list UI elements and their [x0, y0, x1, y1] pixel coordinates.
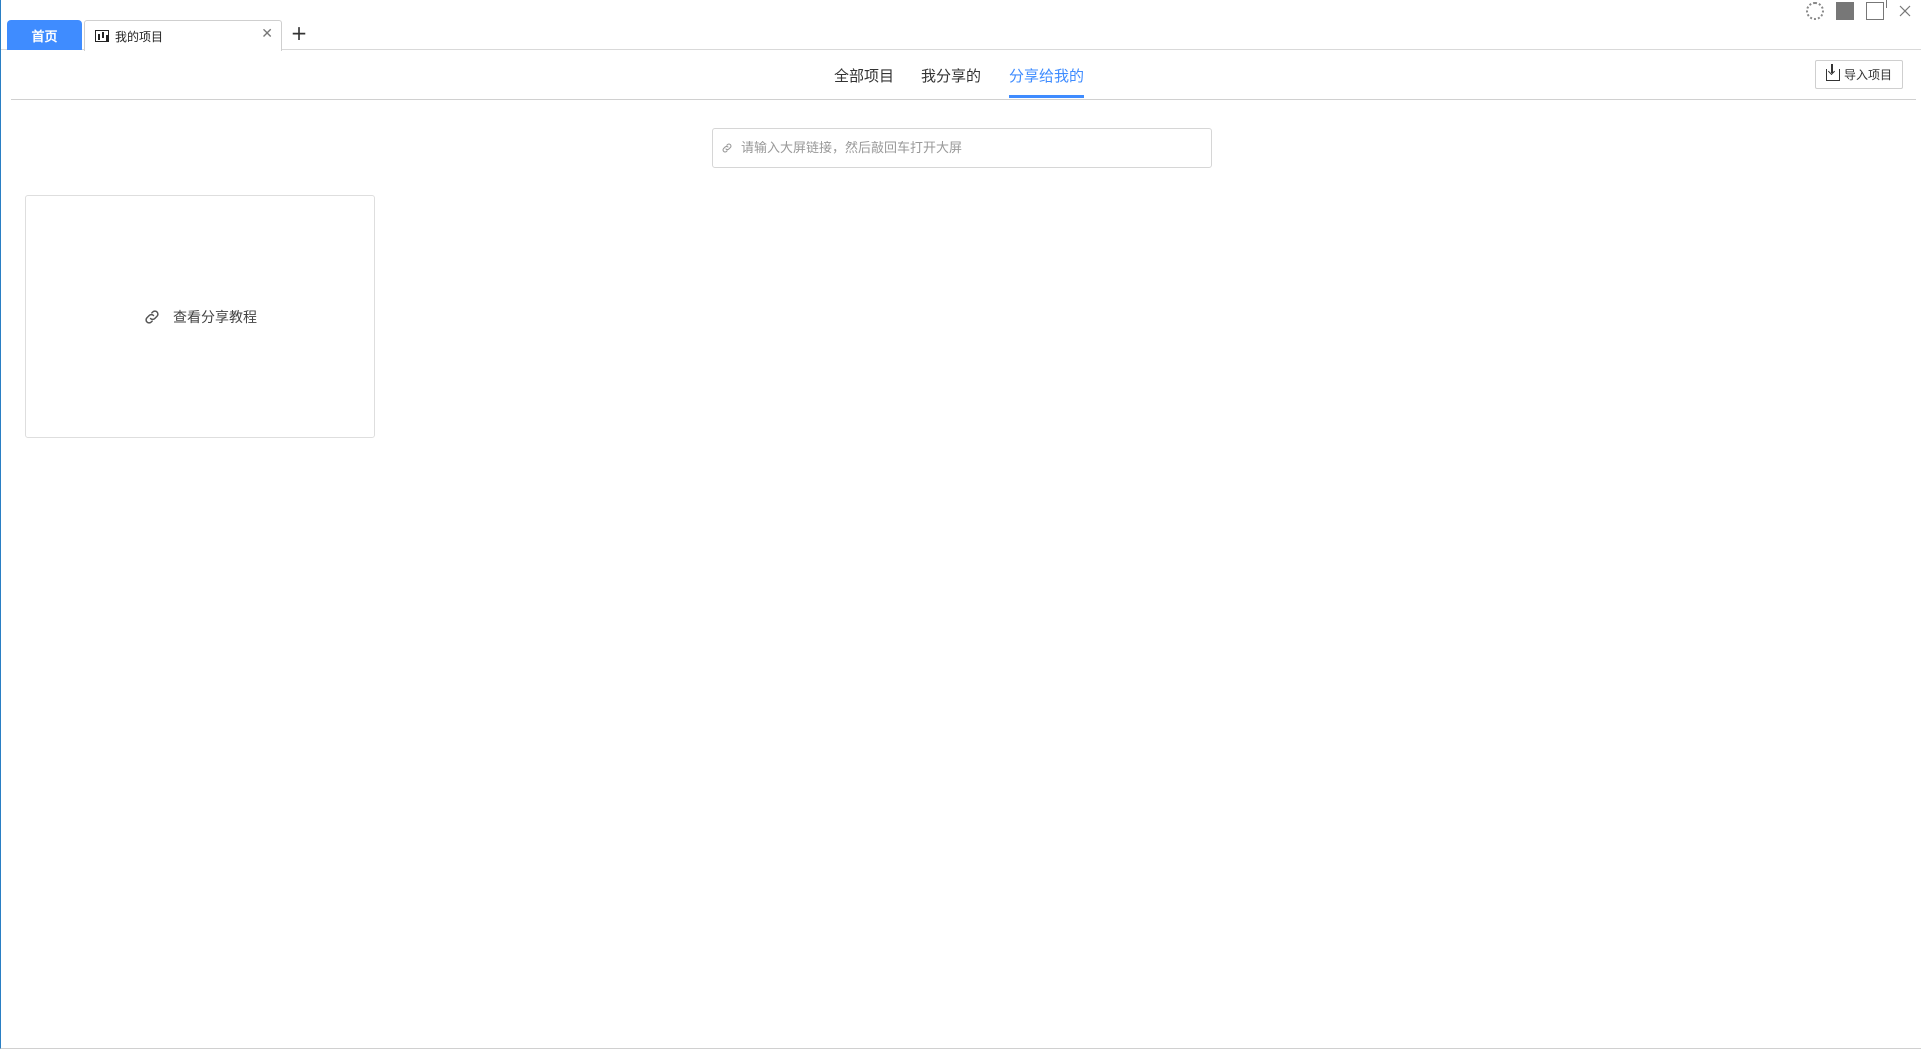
tab-bar: 首页 我的项目 ✕ + [1, 0, 1921, 51]
section-tabs: 全部项目 我分享的 分享给我的 导入项目 [11, 51, 1916, 100]
screen-link-search [712, 128, 1212, 168]
add-tab-button[interactable]: + [289, 21, 309, 45]
tab-all-projects[interactable]: 全部项目 [834, 65, 894, 95]
tab-my-shared[interactable]: 我分享的 [921, 65, 981, 95]
window-controls [1806, 0, 1914, 20]
share-tutorial-label: 查看分享教程 [173, 309, 257, 326]
close-icon[interactable] [1896, 2, 1914, 20]
tab-my-projects[interactable]: 我的项目 ✕ [84, 20, 282, 51]
link-icon [145, 309, 159, 324]
share-tutorial-card[interactable]: 查看分享教程 [25, 195, 375, 438]
minimize-icon[interactable] [1836, 2, 1854, 20]
import-project-label: 导入项目 [1843, 68, 1892, 82]
chart-icon [95, 30, 109, 42]
link-icon [721, 142, 733, 154]
restore-icon[interactable] [1866, 0, 1887, 20]
screen-link-input[interactable] [741, 140, 1201, 156]
tab-home-label: 首页 [31, 29, 58, 45]
download-icon [1825, 63, 1840, 81]
tab-home[interactable]: 首页 [7, 20, 82, 50]
import-project-button[interactable]: 导入项目 [1815, 60, 1903, 89]
app-window: 首页 我的项目 ✕ + 全部项目 我分享的 分享给我的 导入项目 请输入大屏链接… [0, 0, 1921, 1049]
gear-icon[interactable] [1806, 2, 1824, 20]
tab-close-icon[interactable]: ✕ [261, 27, 273, 41]
tab-my-projects-label: 我的项目 [115, 29, 164, 44]
tab-shared-with-me[interactable]: 分享给我的 [1009, 65, 1085, 98]
